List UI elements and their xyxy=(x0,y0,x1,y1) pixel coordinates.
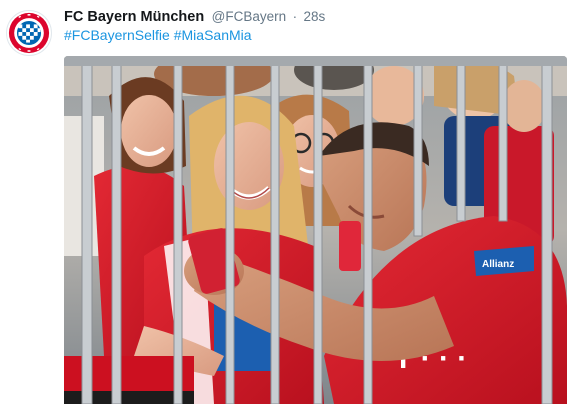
fc-bayern-crest-icon xyxy=(8,12,50,54)
hashtag-miasanmia[interactable]: #MiaSanMia xyxy=(174,27,252,43)
display-name[interactable]: FC Bayern München xyxy=(64,9,204,25)
user-handle[interactable]: @FCBayern xyxy=(212,9,286,24)
selfie-photo: Allianz T · · · xyxy=(64,56,567,404)
separator-dot: · xyxy=(292,9,298,24)
avatar[interactable] xyxy=(6,10,52,56)
tweet-photo[interactable]: Allianz T · · · xyxy=(64,56,567,404)
hashtag-fcbayernselfie[interactable]: #FCBayernSelfie xyxy=(64,27,170,43)
tweet: FC Bayern München @FCBayern · 28s #FCBay… xyxy=(0,0,575,404)
tweet-header: FC Bayern München @FCBayern · 28s xyxy=(64,8,325,28)
tweet-text: #FCBayernSelfie #MiaSanMia xyxy=(64,27,252,43)
timestamp[interactable]: 28s xyxy=(304,9,326,24)
sleeve-patch: Allianz xyxy=(482,259,514,270)
